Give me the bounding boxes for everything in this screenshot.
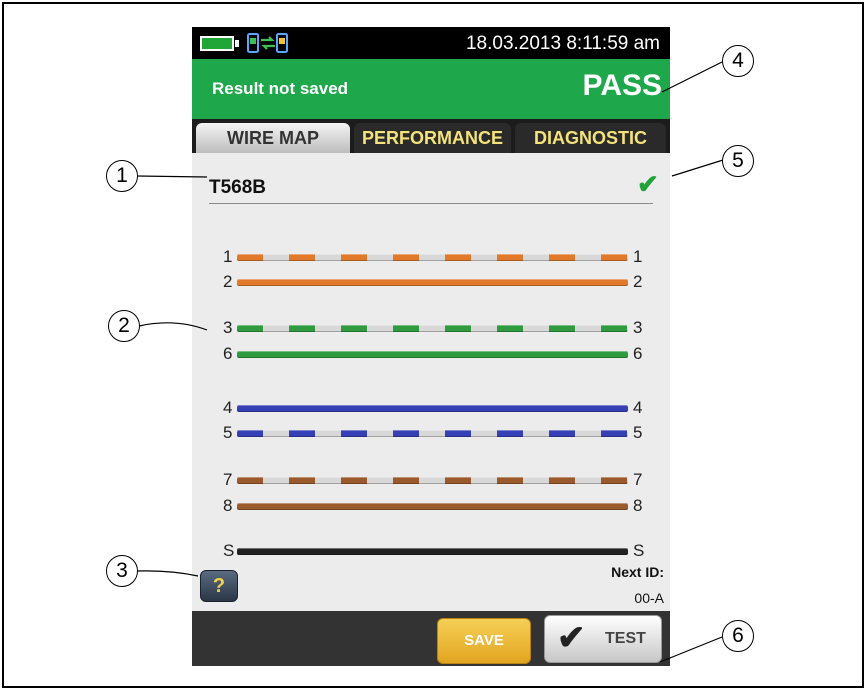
callout-4: 4	[722, 45, 754, 77]
callout-2: 2	[108, 310, 140, 342]
callout-1: 1	[106, 160, 138, 192]
callout-leaders	[136, 61, 724, 663]
callout-6: 6	[722, 620, 754, 652]
callout-3: 3	[106, 555, 138, 587]
callout-5: 5	[722, 145, 754, 177]
